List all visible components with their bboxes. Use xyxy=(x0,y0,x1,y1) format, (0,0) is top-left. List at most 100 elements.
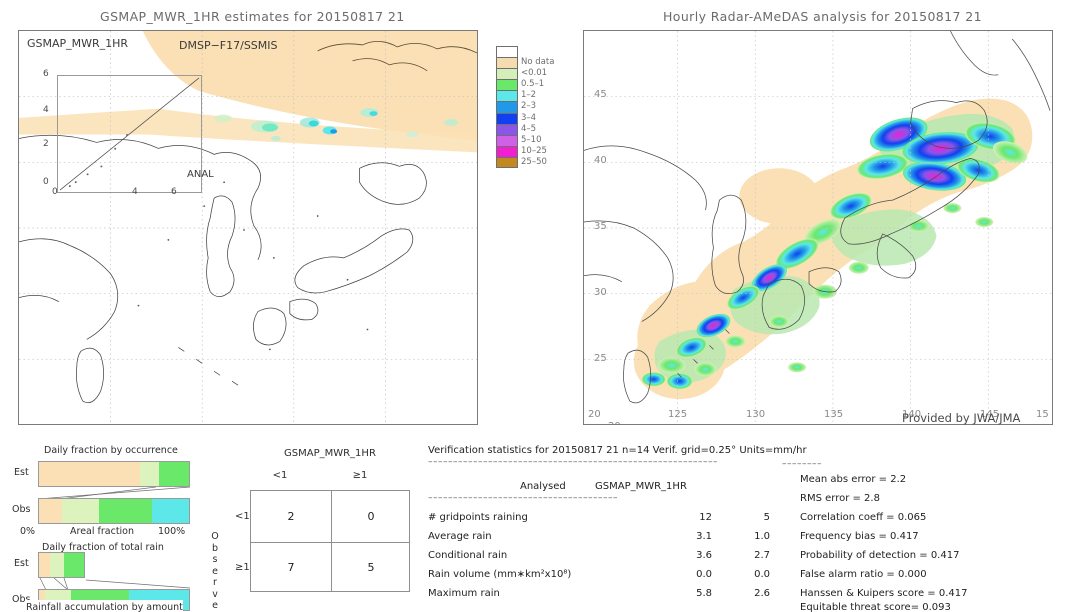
score-frequency-bias: Frequency bias = 0.417 xyxy=(800,531,919,542)
inset-ytick-4: 4 xyxy=(43,105,49,115)
scatter-inset xyxy=(57,75,202,193)
legend-swatch xyxy=(496,145,518,157)
bar-segment xyxy=(151,499,189,523)
inset-xtick-0: 0 xyxy=(52,187,58,197)
occurrence-chart-title: Daily fraction by occurrence xyxy=(44,445,178,456)
legend-swatch xyxy=(496,68,518,80)
score-hanssen-kuipers: Hanssen & Kuipers score = 0.417 xyxy=(800,588,968,599)
occurrence-obs-label: Obs xyxy=(12,504,31,515)
bar-segment xyxy=(38,552,51,578)
legend-row: 0.5–1 xyxy=(496,79,576,91)
occurrence-est-label: Est xyxy=(14,467,29,478)
lat-tick-25: 25 xyxy=(594,353,607,364)
lon-tick-130: 130 xyxy=(746,409,766,420)
bar-segment xyxy=(159,462,189,486)
right-panel-title: Hourly Radar-AMeDAS analysis for 2015081… xyxy=(663,9,982,24)
verification-header: Verification statistics for 20150817 21 … xyxy=(428,445,807,456)
stat-label: Conditional rain xyxy=(428,550,508,561)
verification-divider: ––––––––––––––––––––––––––––––––––––––––… xyxy=(428,457,718,467)
right-map-graphics xyxy=(584,31,1052,424)
occurrence-axis-left: 0% xyxy=(20,526,36,537)
legend-row: 10–25 xyxy=(496,145,576,157)
lon-tick-135: 135 xyxy=(824,409,844,420)
table-cell: 0 xyxy=(367,510,375,523)
contingency-col-header-lt1: <1 xyxy=(272,470,288,481)
verification-divider-2: –––––––––––––––––––––––––––––––––––––– xyxy=(428,493,618,503)
scatter-inset-graphics xyxy=(59,77,200,191)
bar-segment xyxy=(50,552,64,578)
table-cell: 5 xyxy=(367,561,375,574)
legend-swatch xyxy=(496,90,518,102)
lat-tick-40: 40 xyxy=(594,155,607,166)
left-panel-title: GSMAP_MWR_1HR estimates for 20150817 21 xyxy=(100,9,405,24)
score-mean-abs-error: Mean abs error = 2.2 xyxy=(800,474,907,485)
table-cell: 7 xyxy=(287,561,295,574)
bar-segment xyxy=(39,499,62,523)
attribution-label: Provided by JWA/JMA xyxy=(902,411,1021,425)
stat-analysed-value: 0.0 xyxy=(696,569,712,580)
product-label: GSMAP_MWR_1HR xyxy=(27,37,129,50)
legend-swatch xyxy=(496,156,518,169)
stat-label: Average rain xyxy=(428,531,492,542)
bar-segment xyxy=(63,552,86,578)
bar-segment xyxy=(61,499,99,523)
legend-label: <0.01 xyxy=(521,68,548,79)
stat-label: Rain volume (mm∗km²x10⁸) xyxy=(428,569,572,580)
score-rms-error: RMS error = 2.8 xyxy=(800,493,880,504)
sensor-label: DMSP−F17/SSMIS xyxy=(179,39,278,52)
bar-segment xyxy=(99,499,152,523)
legend-swatch xyxy=(496,46,518,58)
lat-tick-20: 20 xyxy=(588,409,601,420)
legend-label: 3–4 xyxy=(521,112,537,123)
inset-ytick-2: 2 xyxy=(43,139,49,149)
contingency-row-header-lt1: <1 xyxy=(235,511,250,522)
legend-label: 2–3 xyxy=(521,101,537,112)
contingency-grid: 2 0 7 5 <1 ≥1 Observed xyxy=(211,490,410,612)
lat-tick-45: 45 xyxy=(594,89,607,100)
legend-swatch xyxy=(496,134,518,146)
totalrain-est-bar xyxy=(38,552,190,578)
stat-model-value: 0.0 xyxy=(754,569,770,580)
stat-label: Maximum rain xyxy=(428,588,500,599)
totalrain-axis-bottom: Rainfall accumulation by amount xyxy=(26,600,183,612)
inset-xtick-4: 4 xyxy=(132,187,138,197)
inset-ytick-6: 6 xyxy=(43,69,49,79)
radar-amedas-map[interactable]: 45 40 35 30 25 20 125 130 135 140 145 15… xyxy=(583,30,1053,425)
gsmap-estimate-map[interactable]: 6 4 2 0 0 4 6 GSMAP_MWR_1HR DMSP−F17/SSM… xyxy=(18,30,478,425)
legend-swatch xyxy=(496,101,518,113)
legend-row xyxy=(496,46,576,58)
legend-label: 1–2 xyxy=(521,90,537,101)
occurrence-axis-center: Areal fraction xyxy=(70,526,135,537)
occurrence-axis-right: 100% xyxy=(158,526,186,537)
legend-label: 25–50 xyxy=(521,156,547,167)
legend-row: 4–5 xyxy=(496,123,576,135)
stat-model-value: 1.0 xyxy=(754,531,770,542)
legend-label: No data xyxy=(521,57,555,68)
legend-row: <0.01 xyxy=(496,68,576,80)
observed-axis-label: Observed xyxy=(211,531,219,612)
verification-col-model: GSMAP_MWR_1HR xyxy=(595,481,687,492)
legend-swatch xyxy=(496,57,518,69)
stat-model-value: 2.6 xyxy=(754,588,770,599)
totalrain-est-label: Est xyxy=(14,558,29,569)
legend-label: 0.5–1 xyxy=(521,79,545,90)
legend-swatch xyxy=(496,79,518,91)
lat-tick-35: 35 xyxy=(594,221,607,232)
stat-model-value: 5 xyxy=(763,512,770,523)
legend-swatch xyxy=(496,123,518,135)
scores-divider: –––––––– xyxy=(782,459,822,469)
lat-tick-30: 30 xyxy=(594,287,607,298)
legend-row: 3–4 xyxy=(496,112,576,124)
bar-segment xyxy=(39,462,140,486)
inset-ytick-0: 0 xyxy=(43,177,49,187)
legend-label: 4–5 xyxy=(521,123,537,134)
lon-tick-125: 125 xyxy=(668,409,688,420)
legend-row: 25–50 xyxy=(496,156,576,169)
legend-label: 5–10 xyxy=(521,134,542,145)
contingency-header: GSMAP_MWR_1HR xyxy=(284,448,376,459)
stat-analysed-value: 12 xyxy=(699,512,712,523)
stat-analysed-value: 5.8 xyxy=(696,588,712,599)
inset-xtick-6: 6 xyxy=(171,187,177,197)
precipitation-legend: No data <0.01 0.5–1 1–2 2–3 3–4 4–5 5–10… xyxy=(496,46,576,169)
score-false-alarm-ratio: False alarm ratio = 0.000 xyxy=(800,569,927,580)
